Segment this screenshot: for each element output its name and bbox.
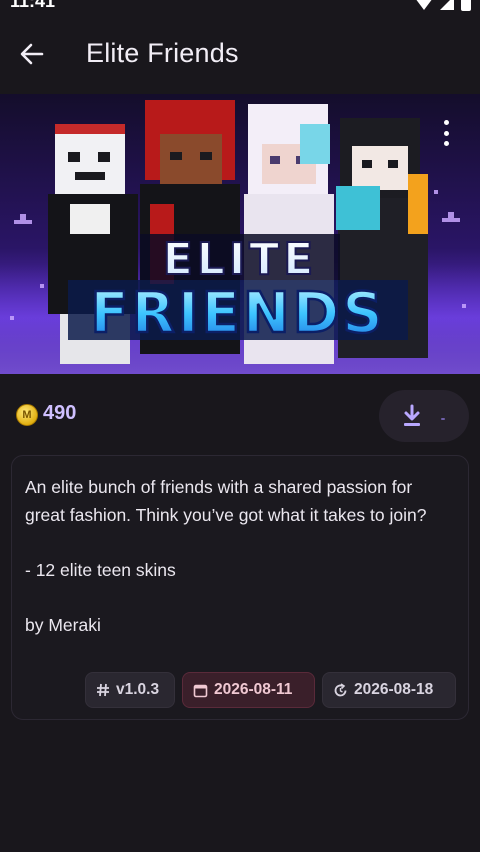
banner-logo-line1: ELITE xyxy=(163,234,318,285)
description-text: An elite bunch of friends with a shared … xyxy=(25,474,455,639)
download-dropdown-caret xyxy=(441,418,445,420)
price-row: M 490 xyxy=(0,388,480,444)
updated-date-tag: 2026-08-18 xyxy=(322,672,456,708)
calendar-icon xyxy=(193,684,208,697)
back-button[interactable] xyxy=(14,36,50,72)
download-icon xyxy=(404,404,420,426)
version-label: v1.0.3 xyxy=(116,681,160,698)
price-label: 490 xyxy=(43,402,77,424)
status-bar: 11:41 xyxy=(0,0,480,14)
arrow-left-icon xyxy=(20,43,44,65)
tag-row: v1.0.3 2026-08-11 2026-08-18 xyxy=(85,672,456,708)
wifi-icon xyxy=(416,0,432,10)
banner-logo-line2: FRIENDS xyxy=(90,281,385,346)
updated-date-label: 2026-08-18 xyxy=(354,681,434,698)
status-icons xyxy=(414,0,472,12)
page-title: Elite Friends xyxy=(86,38,239,68)
update-icon xyxy=(334,682,347,696)
version-tag: v1.0.3 xyxy=(85,672,175,708)
created-date-label: 2026-08-11 xyxy=(214,681,293,698)
description-line xyxy=(25,529,455,557)
minecoin-icon: M xyxy=(16,404,38,426)
more-vertical-icon xyxy=(443,120,449,125)
description-line: - 12 elite teen skins xyxy=(25,559,176,580)
hash-icon xyxy=(97,683,109,697)
app-bar: Elite Friends xyxy=(0,14,480,94)
banner-more-button[interactable] xyxy=(440,120,452,146)
battery-icon xyxy=(461,0,471,11)
banner-image: ELITE FRIENDS xyxy=(0,94,480,374)
download-button[interactable] xyxy=(379,390,469,442)
description-line: by Meraki xyxy=(25,614,101,635)
status-time: 11:41 xyxy=(10,0,56,11)
more-vertical-dot xyxy=(443,130,449,136)
created-date-tag: 2026-08-11 xyxy=(182,672,315,708)
description-line: An elite bunch of friends with a shared … xyxy=(25,477,427,525)
description-card: An elite bunch of friends with a shared … xyxy=(11,455,469,720)
signal-icon xyxy=(440,0,454,10)
banner-artwork: ELITE FRIENDS xyxy=(0,100,480,374)
more-vertical-dot xyxy=(443,141,449,146)
description-line xyxy=(25,584,455,612)
